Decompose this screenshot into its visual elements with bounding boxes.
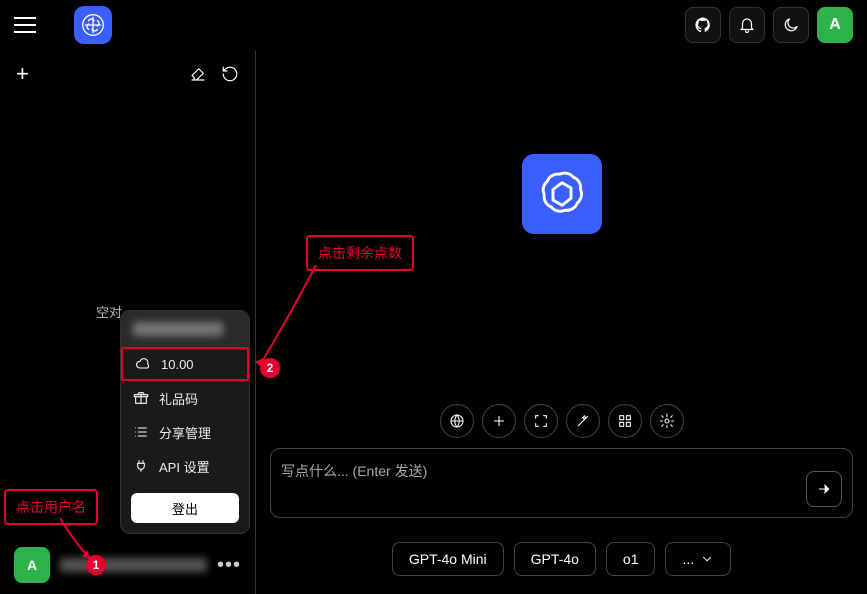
moon-icon	[782, 16, 800, 34]
input-toolbar	[256, 404, 867, 448]
sidebar-username[interactable]	[60, 558, 207, 572]
globe-icon	[449, 413, 465, 429]
user-avatar[interactable]: A	[817, 7, 853, 43]
model-more[interactable]: ...	[665, 542, 731, 576]
model-o1[interactable]: o1	[606, 542, 656, 576]
logout-label: 登出	[172, 499, 198, 518]
magic-button[interactable]	[566, 404, 600, 438]
center-logo	[522, 154, 602, 234]
send-icon	[816, 481, 832, 497]
plus-icon	[491, 413, 507, 429]
chevron-down-icon	[700, 552, 714, 566]
api-settings-item[interactable]: API 设置	[121, 449, 249, 483]
points-balance-item[interactable]: 10.00	[121, 347, 249, 381]
main-panel: 写点什么... (Enter 发送) GPT-4o Mini GPT-4o o1…	[256, 50, 867, 594]
fullscreen-button[interactable]	[524, 404, 558, 438]
app-logo	[74, 6, 112, 44]
send-button[interactable]	[806, 471, 842, 507]
logout-button[interactable]: 登出	[131, 493, 239, 523]
model-gpt4o-mini[interactable]: GPT-4o Mini	[392, 542, 504, 576]
model-selector: GPT-4o Mini GPT-4o o1 ...	[256, 528, 867, 594]
bell-icon	[738, 16, 756, 34]
notifications-button[interactable]	[729, 7, 765, 43]
plug-icon	[133, 458, 149, 474]
add-button[interactable]	[482, 404, 516, 438]
model-label: GPT-4o	[531, 551, 579, 567]
sidebar-user-avatar[interactable]: A	[14, 547, 50, 583]
popup-username	[121, 311, 249, 347]
model-label: o1	[623, 551, 639, 567]
github-icon	[694, 16, 712, 34]
cloud-icon	[135, 356, 151, 372]
github-button[interactable]	[685, 7, 721, 43]
grid-icon	[617, 413, 633, 429]
message-input[interactable]: 写点什么... (Enter 发送)	[270, 448, 853, 518]
menu-item-label: API 设置	[159, 457, 210, 476]
sidebar-avatar-initial: A	[27, 557, 37, 573]
hamburger-menu[interactable]	[14, 11, 42, 39]
plugins-button[interactable]	[608, 404, 642, 438]
openai-icon	[80, 12, 106, 38]
menu-item-label: 分享管理	[159, 423, 211, 442]
points-value: 10.00	[161, 357, 194, 372]
openai-icon	[535, 167, 589, 221]
erase-icon[interactable]	[189, 65, 207, 83]
avatar-initial: A	[829, 16, 841, 34]
model-label: GPT-4o Mini	[409, 551, 487, 567]
new-chat-button[interactable]: +	[16, 61, 29, 87]
model-label: ...	[682, 551, 694, 567]
menu-item-label: 礼品码	[159, 389, 198, 408]
user-menu-popup: 10.00 礼品码 分享管理 API 设置 登出	[120, 310, 250, 534]
settings-button[interactable]	[650, 404, 684, 438]
gear-icon	[659, 413, 675, 429]
web-button[interactable]	[440, 404, 474, 438]
sidebar-more-button[interactable]: •••	[217, 554, 241, 577]
gift-code-item[interactable]: 礼品码	[121, 381, 249, 415]
expand-icon	[533, 413, 549, 429]
wand-icon	[575, 413, 591, 429]
gift-icon	[133, 390, 149, 406]
sidebar-section-label: 空对	[96, 302, 122, 321]
theme-toggle-button[interactable]	[773, 7, 809, 43]
refresh-icon[interactable]	[221, 65, 239, 83]
share-manage-item[interactable]: 分享管理	[121, 415, 249, 449]
input-placeholder: 写点什么... (Enter 发送)	[281, 459, 796, 481]
model-gpt4o[interactable]: GPT-4o	[514, 542, 596, 576]
list-icon	[133, 424, 149, 440]
